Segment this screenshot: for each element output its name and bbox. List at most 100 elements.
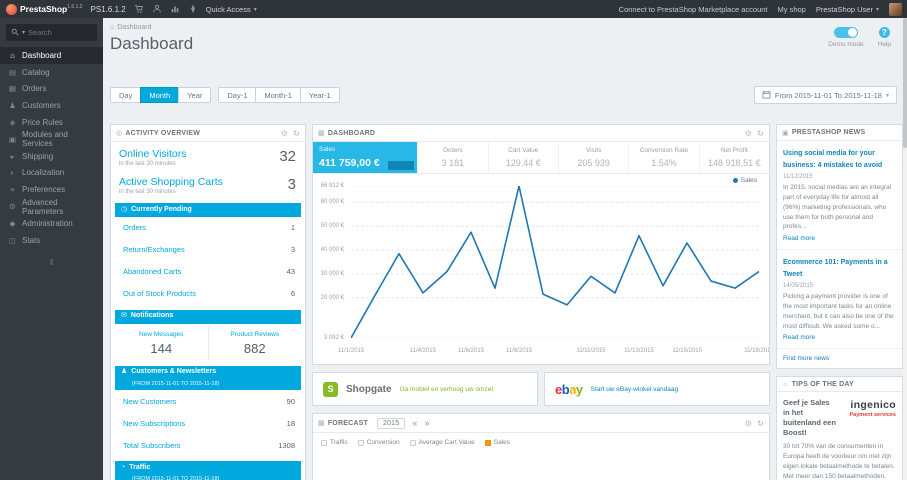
range-month-1-button[interactable]: Month-1	[255, 87, 301, 103]
range-day-button[interactable]: Day	[110, 87, 142, 103]
chart-y-tick: 3 082 €	[323, 335, 344, 341]
search-scope-caret-icon[interactable]: ▾	[22, 29, 25, 36]
abandoned-carts-link[interactable]: Abandoned Carts	[123, 267, 181, 276]
read-more-link[interactable]: Read more	[783, 334, 815, 341]
new-customers-link[interactable]: New Customers	[123, 397, 176, 406]
forecast-prev-icon[interactable]: «	[412, 418, 417, 428]
group-icon: ♟	[121, 368, 128, 375]
sidebar-item-catalog[interactable]: ▤ Catalog	[0, 64, 103, 81]
my-shop-link[interactable]: My shop	[778, 5, 806, 14]
new-subscriptions-link[interactable]: New Subscriptions	[123, 419, 185, 428]
pending-returns-link[interactable]: Return/Exchanges	[123, 245, 185, 254]
forecast-legend-average-cart-value[interactable]: Average Cart Value	[409, 439, 475, 446]
marketplace-link[interactable]: Connect to PrestaShop Marketplace accoun…	[619, 5, 768, 14]
demo-mode-toggle[interactable]	[833, 27, 858, 38]
rocket-icon[interactable]	[188, 4, 198, 14]
range-year-button[interactable]: Year	[178, 87, 212, 103]
sidebar-item-dashboard[interactable]: ⌂ Dashboard	[0, 47, 103, 64]
gear-icon[interactable]: ⚙	[281, 129, 288, 138]
kpi-net-profit[interactable]: Net Profit 148 918,51 €	[700, 142, 769, 173]
activity-panel-header: ◎ ACTIVITY OVERVIEW ⚙ ↻	[111, 125, 305, 142]
pending-orders-link[interactable]: Orders	[123, 223, 146, 232]
read-more-link[interactable]: Read more	[783, 235, 815, 242]
range-year-1-button[interactable]: Year-1	[299, 87, 340, 103]
forecast-panel-title: FORECAST	[327, 419, 368, 427]
refresh-icon[interactable]: ↻	[293, 129, 300, 138]
stats-icon[interactable]	[170, 4, 180, 14]
forecast-legend-traffic[interactable]: Traffic	[321, 439, 348, 446]
ebay-promo-link[interactable]: Start uw eBay-winkel vandaag	[591, 386, 678, 393]
collapse-menu-icon[interactable]: ‖	[0, 258, 103, 267]
online-visitors-link[interactable]: Online Visitors	[119, 148, 297, 160]
demo-mode-label: Demo mode	[828, 41, 864, 48]
gear-icon[interactable]: ⚙	[745, 129, 752, 138]
forecast-legend-sales[interactable]: Sales	[484, 439, 510, 446]
kpi-cart-value[interactable]: Cart Value 129,44 €	[489, 142, 559, 173]
range-month-button[interactable]: Month	[140, 87, 180, 103]
sidebar-item-advanced-parameters[interactable]: ⚙ Advanced Parameters	[0, 198, 103, 216]
sidebar-item-modules[interactable]: ▣ Modules and Services	[0, 130, 103, 148]
shipping-icon: ▸	[10, 151, 15, 161]
range-day-1-button[interactable]: Day-1	[218, 87, 257, 103]
date-range-picker[interactable]: From 2015-11-01 To 2015-11-18 ▾	[753, 86, 897, 104]
customer-icon[interactable]	[152, 4, 162, 14]
forecast-year-select[interactable]: 2015	[376, 417, 406, 429]
checkbox-checked-icon	[484, 439, 491, 446]
cart-icon[interactable]	[134, 4, 144, 14]
scrollbar[interactable]	[903, 18, 907, 480]
search-input[interactable]	[28, 28, 92, 37]
forecast-next-icon[interactable]: »	[425, 418, 430, 428]
chart-x-tick: 11/6/2015	[457, 348, 485, 354]
product-reviews-cell[interactable]: Product Reviews 882	[209, 326, 302, 361]
chevron-down-icon: ▾	[253, 6, 257, 13]
active-carts-link[interactable]: Active Shopping Carts	[119, 176, 297, 188]
gear-icon[interactable]: ⚙	[745, 419, 752, 428]
kpi-orders[interactable]: Orders 3 181	[418, 142, 489, 173]
active-carts-value: 3	[287, 176, 296, 193]
user-menu[interactable]: PrestaShop User ▾	[816, 5, 879, 14]
advanced-parameters-icon: ⚙	[9, 202, 16, 212]
ingenico-logo: ingenico Payment services	[849, 399, 896, 418]
forecast-legend-conversion[interactable]: Conversion	[357, 439, 400, 446]
news-panel-title: PRESTASHOP NEWS	[791, 129, 866, 136]
prestashop-logo[interactable]: PrestaShop1.6.1.2	[0, 3, 89, 15]
sidebar-search: ▾	[6, 24, 97, 41]
refresh-icon[interactable]: ↻	[757, 129, 764, 138]
user-avatar[interactable]	[889, 2, 902, 16]
kpi-visits[interactable]: Visits 205 939	[559, 142, 630, 173]
header-controls: Demo mode ? Help	[828, 27, 891, 48]
home-icon: ⌂	[110, 24, 115, 31]
shop-name-link[interactable]: PS1.6.1.2	[91, 5, 126, 14]
sidebar-item-preferences[interactable]: ≡ Preferences	[0, 181, 103, 198]
tips-panel-title: TIPS OF THE DAY	[791, 380, 854, 388]
sales-chart-legend[interactable]: Sales	[732, 177, 757, 184]
news-article-headline[interactable]: Using social media for your business: 4 …	[783, 150, 882, 169]
new-messages-cell[interactable]: New Messages 144	[115, 325, 209, 361]
sidebar-item-customers[interactable]: ♟ Customers	[0, 97, 103, 114]
preferences-icon: ≡	[10, 185, 15, 195]
kpi-sales[interactable]: Sales 411 759,00 €	[313, 142, 419, 173]
total-subscribers-link[interactable]: Total Subscribers	[123, 441, 181, 450]
notifications-header: ✉ Notifications	[115, 309, 301, 324]
sidebar-item-stats[interactable]: ◫ Stats	[0, 232, 103, 249]
stats-menu-icon: ◫	[8, 235, 17, 245]
tips-body: Geef je Sales in het buitenland een Boos…	[777, 392, 902, 480]
sidebar-item-shipping[interactable]: ▸ Shipping	[0, 148, 103, 165]
news-article-headline[interactable]: Ecommerce 101: Payments in a Tweet	[783, 259, 888, 278]
out-of-stock-link[interactable]: Out of Stock Products	[123, 289, 196, 298]
quick-access-menu[interactable]: Quick Access ▾	[206, 5, 257, 14]
chart-x-tick: 11/8/2015	[505, 348, 533, 354]
sidebar-item-administration[interactable]: ◆ Administration	[0, 215, 103, 232]
refresh-icon[interactable]: ↻	[757, 419, 764, 428]
find-more-news-link[interactable]: Find more news	[777, 349, 902, 368]
scrollbar-thumb[interactable]	[903, 18, 907, 148]
sidebar-item-orders[interactable]: ▦ Orders	[0, 81, 103, 98]
sidebar-item-price-rules[interactable]: ◈ Price Rules	[0, 114, 103, 131]
dashboard-panel: ▦ DASHBOARD ⚙ ↻ Sales 411 759,00 € Orders…	[312, 124, 770, 365]
shopgate-logo-icon: S	[323, 381, 338, 397]
sidebar-item-localization[interactable]: ◐ Localization	[0, 165, 103, 182]
shopgate-promo-link[interactable]: Ga mobiel en verhoog uw omzet	[400, 386, 494, 393]
page-title: Dashboard	[110, 34, 194, 53]
kpi-conversion-rate[interactable]: Conversion Rate 1.54%	[629, 142, 700, 173]
help-icon[interactable]: ?	[878, 27, 890, 38]
